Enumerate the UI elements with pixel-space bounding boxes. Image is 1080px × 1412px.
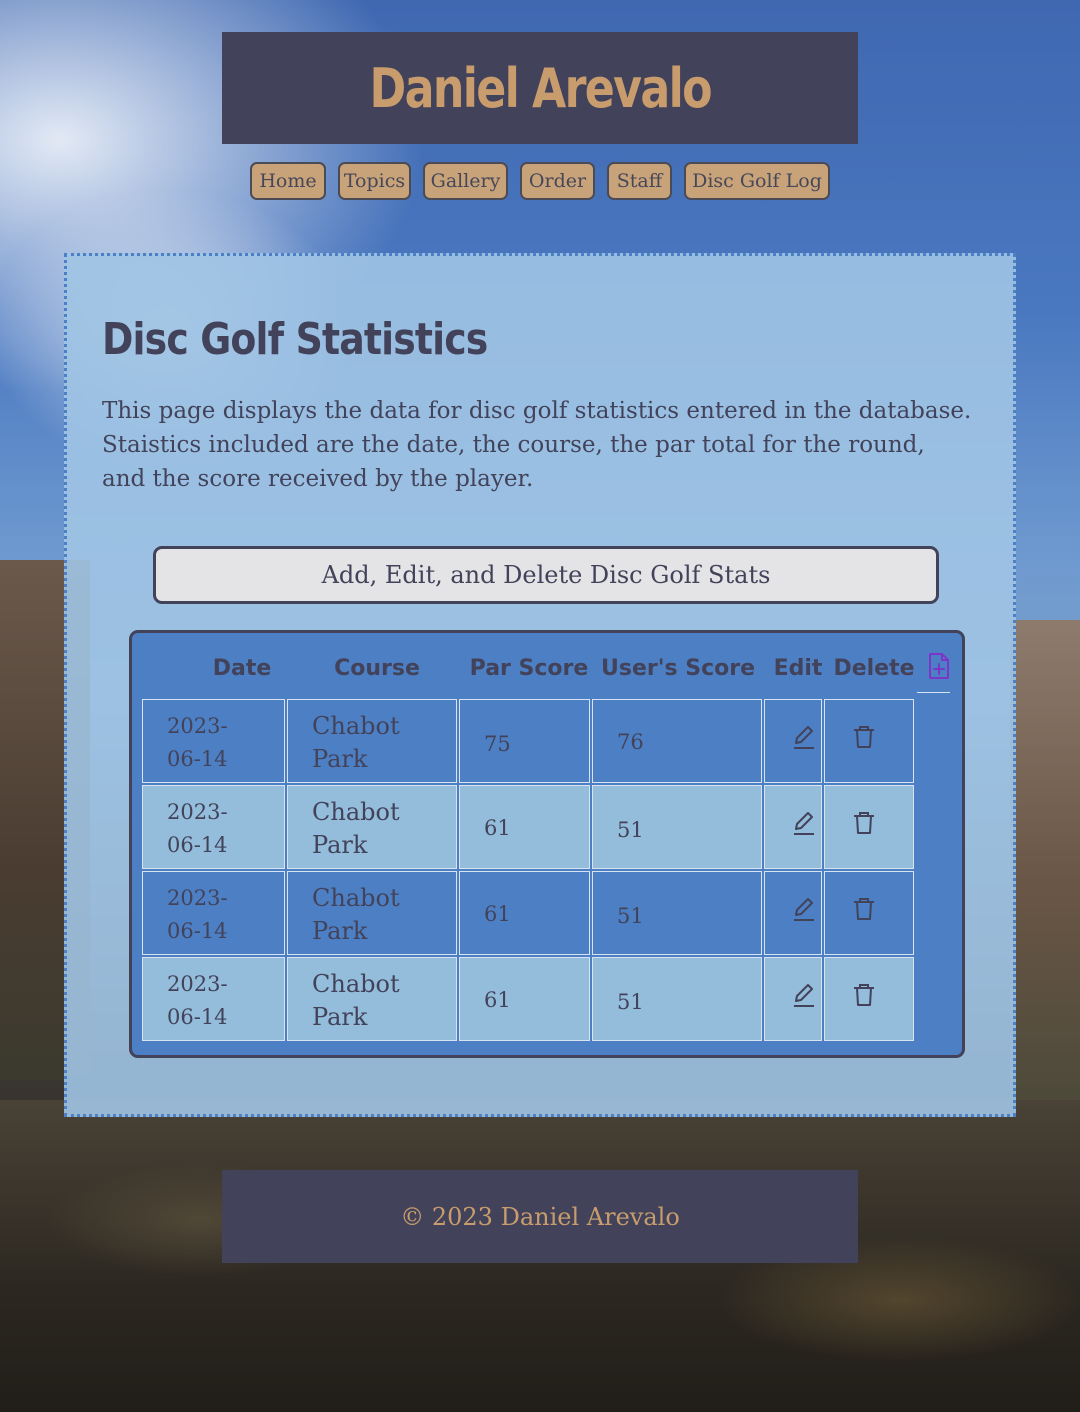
- page-intro: This page displays the data for disc gol…: [102, 398, 972, 492]
- course-name-line2: Park: [312, 831, 368, 859]
- cell-date: 2023- 06-14: [142, 699, 285, 783]
- cell-edit: [764, 785, 822, 869]
- cell-delete: [824, 957, 914, 1041]
- cell-user-score: 51: [592, 785, 762, 869]
- header-par-score: Par Score: [469, 656, 589, 681]
- main-nav: Home Topics Gallery Order Staff Disc Gol…: [0, 162, 1080, 200]
- cell-par-score: 75: [459, 699, 590, 783]
- table-header: Date Course Par Score User's Score Edit …: [132, 633, 962, 695]
- table-row: 2023- 06-14 Chabot Park 61 51: [142, 785, 916, 871]
- cell-par-score: 61: [459, 957, 590, 1041]
- par-score-value: 61: [484, 902, 511, 926]
- cell-edit: [764, 871, 822, 955]
- site-footer: © 2023 Daniel Arevalo: [222, 1170, 858, 1263]
- trash-icon[interactable]: [851, 896, 877, 922]
- user-score-value: 51: [617, 818, 644, 842]
- par-score-value: 61: [484, 988, 511, 1012]
- cell-par-score: 61: [459, 785, 590, 869]
- par-score-value: 75: [484, 732, 511, 756]
- date-day-part: 06-14: [167, 833, 228, 857]
- cell-course: Chabot Park: [287, 785, 457, 869]
- cell-user-score: 51: [592, 957, 762, 1041]
- header-course: Course: [334, 656, 420, 681]
- header-date: Date: [212, 656, 272, 681]
- date-year-part: 2023-: [167, 886, 228, 910]
- cell-course: Chabot Park: [287, 871, 457, 955]
- table-row: 2023- 06-14 Chabot Park 75 76: [142, 699, 916, 785]
- pencil-icon[interactable]: [791, 982, 817, 1008]
- cell-delete: [824, 785, 914, 869]
- stats-table: Date Course Par Score User's Score Edit …: [129, 630, 965, 1058]
- background-cliff-right: [1010, 620, 1080, 1100]
- user-score-value: 51: [617, 904, 644, 928]
- manage-stats-button[interactable]: Add, Edit, and Delete Disc Golf Stats: [153, 546, 939, 604]
- course-name-line1: Chabot: [312, 884, 400, 912]
- date-year-part: 2023-: [167, 714, 228, 738]
- trash-icon[interactable]: [851, 810, 877, 836]
- header-users-score: User's Score: [601, 656, 755, 681]
- user-score-value: 51: [617, 990, 644, 1014]
- cell-course: Chabot Park: [287, 699, 457, 783]
- nav-disc-golf-log[interactable]: Disc Golf Log: [684, 162, 830, 200]
- course-name-line1: Chabot: [312, 712, 400, 740]
- date-year-part: 2023-: [167, 972, 228, 996]
- par-score-value: 61: [484, 816, 511, 840]
- site-title: Daniel Arevalo: [369, 56, 712, 120]
- date-day-part: 06-14: [167, 747, 228, 771]
- cell-par-score: 61: [459, 871, 590, 955]
- trash-icon[interactable]: [851, 982, 877, 1008]
- date-day-part: 06-14: [167, 919, 228, 943]
- course-name-line2: Park: [312, 745, 368, 773]
- table-row: 2023- 06-14 Chabot Park 61 51: [142, 957, 916, 1043]
- cell-date: 2023- 06-14: [142, 785, 285, 869]
- pencil-icon[interactable]: [791, 724, 817, 750]
- content-panel: Disc Golf Statistics This page displays …: [64, 253, 1016, 1117]
- copyright-text: © 2023 Daniel Arevalo: [400, 1202, 680, 1231]
- cell-delete: [824, 699, 914, 783]
- cell-user-score: 51: [592, 871, 762, 955]
- trash-icon[interactable]: [851, 724, 877, 750]
- pencil-icon[interactable]: [791, 810, 817, 836]
- nav-staff[interactable]: Staff: [607, 162, 672, 200]
- file-plus-icon[interactable]: [927, 652, 951, 680]
- cell-date: 2023- 06-14: [142, 871, 285, 955]
- table-row: 2023- 06-14 Chabot Park 61 51: [142, 871, 916, 957]
- user-score-value: 76: [617, 730, 644, 754]
- cell-edit: [764, 699, 822, 783]
- cell-edit: [764, 957, 822, 1041]
- cell-date: 2023- 06-14: [142, 957, 285, 1041]
- cell-user-score: 76: [592, 699, 762, 783]
- header-divider: [917, 692, 950, 693]
- course-name-line1: Chabot: [312, 970, 400, 998]
- course-name-line2: Park: [312, 1003, 368, 1031]
- cell-course: Chabot Park: [287, 957, 457, 1041]
- course-name-line2: Park: [312, 917, 368, 945]
- nav-order[interactable]: Order: [520, 162, 595, 200]
- nav-home[interactable]: Home: [250, 162, 326, 200]
- header-delete: Delete: [833, 656, 915, 681]
- nav-topics[interactable]: Topics: [338, 162, 411, 200]
- course-name-line1: Chabot: [312, 798, 400, 826]
- header-edit: Edit: [773, 656, 823, 681]
- date-day-part: 06-14: [167, 1005, 228, 1029]
- pencil-icon[interactable]: [791, 896, 817, 922]
- nav-gallery[interactable]: Gallery: [423, 162, 508, 200]
- page-title: Disc Golf Statistics: [102, 314, 488, 365]
- cell-delete: [824, 871, 914, 955]
- date-year-part: 2023-: [167, 800, 228, 824]
- site-header: Daniel Arevalo: [222, 32, 858, 144]
